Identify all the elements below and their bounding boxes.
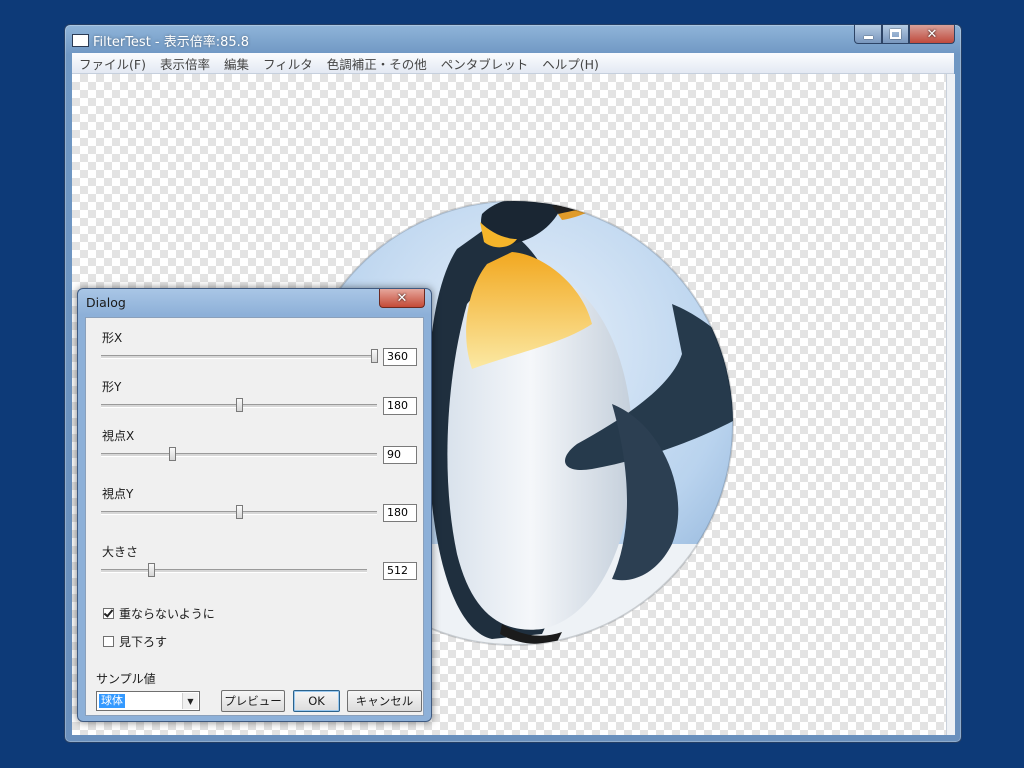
- maximize-button[interactable]: [882, 25, 909, 44]
- look-down-checkbox-row[interactable]: 見下ろす: [103, 633, 167, 650]
- sample-value-label: サンプル値: [96, 672, 156, 686]
- dialog-title: Dialog: [86, 295, 126, 310]
- menu-zoom[interactable]: 表示倍率: [153, 54, 217, 73]
- viewpoint-y-label: 視点Y: [102, 487, 134, 501]
- viewpoint-x-label: 視点X: [102, 429, 135, 443]
- title-bar[interactable]: FilterTest - 表示倍率:85.8 ✕: [65, 25, 961, 53]
- sample-value-selected: 球体: [99, 694, 125, 708]
- dialog-body: 形X 360 形Y 180 視点X 90 視点Y 180 大きさ 512 重なら…: [85, 317, 424, 716]
- close-icon: ✕: [396, 290, 408, 306]
- no-overlap-checkbox-row[interactable]: 重ならないように: [103, 605, 215, 622]
- app-icon: [72, 34, 89, 47]
- sample-value-select[interactable]: 球体 ▼: [96, 691, 200, 711]
- size-label: 大きさ: [102, 545, 139, 559]
- menu-file[interactable]: ファイル(F): [72, 54, 153, 73]
- shape-y-input[interactable]: 180: [383, 397, 417, 415]
- menu-bar: ファイル(F) 表示倍率 編集 フィルタ 色調補正・その他 ペンタブレット ヘル…: [72, 53, 954, 74]
- menu-edit[interactable]: 編集: [217, 54, 256, 73]
- window-title: FilterTest - 表示倍率:85.8: [93, 35, 250, 50]
- minimize-button[interactable]: [854, 25, 882, 44]
- ok-button[interactable]: OK: [293, 690, 340, 712]
- vertical-scrollbar[interactable]: [946, 74, 955, 735]
- close-icon: ✕: [926, 26, 938, 42]
- shape-y-label: 形Y: [102, 380, 122, 394]
- size-slider-thumb[interactable]: [147, 563, 155, 577]
- minimize-icon: [863, 35, 873, 39]
- chevron-down-icon[interactable]: ▼: [182, 693, 198, 709]
- shape-y-slider-thumb[interactable]: [236, 398, 243, 412]
- viewpoint-y-slider-thumb[interactable]: [236, 505, 243, 519]
- viewpoint-x-slider-track[interactable]: [101, 453, 377, 457]
- shape-x-slider-thumb[interactable]: [371, 349, 378, 363]
- no-overlap-label: 重ならないように: [119, 607, 215, 621]
- viewpoint-y-input[interactable]: 180: [383, 504, 417, 522]
- look-down-checkbox[interactable]: [103, 636, 114, 647]
- close-button[interactable]: ✕: [909, 25, 955, 44]
- menu-color-adjust[interactable]: 色調補正・その他: [320, 54, 434, 73]
- menu-filter[interactable]: フィルタ: [256, 54, 320, 73]
- preview-button[interactable]: プレビュー: [221, 690, 285, 712]
- filter-dialog: Dialog ✕ 形X 360 形Y 180 視点X 90 視点Y 180 大き…: [77, 288, 432, 722]
- viewpoint-x-slider-thumb[interactable]: [168, 447, 176, 461]
- no-overlap-checkbox[interactable]: [103, 608, 114, 619]
- shape-x-label: 形X: [102, 331, 123, 345]
- size-input[interactable]: 512: [383, 562, 417, 580]
- cancel-button[interactable]: キャンセル: [347, 690, 422, 712]
- size-slider-track[interactable]: [101, 569, 367, 573]
- maximize-icon: [890, 29, 901, 39]
- dialog-close-button[interactable]: ✕: [379, 289, 425, 308]
- caption-buttons: ✕: [854, 25, 955, 45]
- shape-x-slider-track[interactable]: [101, 355, 377, 359]
- shape-x-input[interactable]: 360: [383, 348, 417, 366]
- look-down-label: 見下ろす: [119, 635, 168, 649]
- menu-pen-tablet[interactable]: ペンタブレット: [434, 54, 536, 73]
- viewpoint-x-input[interactable]: 90: [383, 446, 417, 464]
- menu-help[interactable]: ヘルプ(H): [535, 54, 606, 73]
